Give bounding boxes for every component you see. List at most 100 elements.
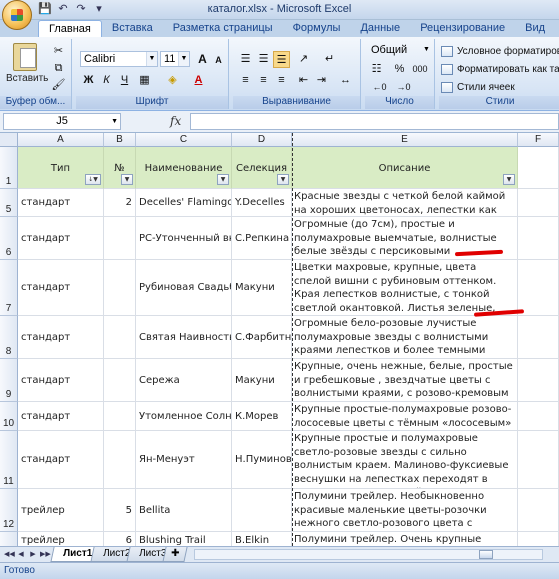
percent-button[interactable]: % — [391, 61, 408, 78]
cell-selection[interactable] — [232, 489, 292, 532]
col-header-c[interactable]: C — [136, 133, 232, 147]
tab-review[interactable]: Рецензирование — [410, 20, 515, 37]
align-middle-icon[interactable]: ☰ — [255, 51, 272, 68]
cell-num[interactable]: 6 — [104, 532, 136, 546]
select-all-corner[interactable] — [0, 133, 18, 147]
cell-name[interactable]: Bellita — [136, 489, 232, 532]
row-header[interactable]: 5 — [0, 189, 18, 217]
cell[interactable] — [518, 217, 559, 260]
header-cell-num[interactable]: № ▼ — [104, 147, 136, 189]
cell[interactable] — [518, 359, 559, 402]
cell-description[interactable]: Крупные, очень нежные, белые, простые и … — [292, 359, 518, 402]
tab-view[interactable]: Вид — [515, 20, 555, 37]
align-right-icon[interactable]: ≡ — [273, 72, 290, 89]
decrease-indent-icon[interactable]: ⇤ — [295, 72, 312, 89]
cell-description[interactable]: Красные звезды с четкой белой каймой на … — [292, 189, 518, 217]
borders-icon[interactable]: ▦ — [136, 72, 153, 89]
bold-button[interactable]: Ж — [80, 72, 97, 89]
format-painter-icon[interactable]: 🖌 — [50, 77, 67, 94]
cell-name[interactable]: Утомленное Солнце — [136, 402, 232, 431]
cell-description[interactable]: Цветки махровые, крупные, цвета спелой в… — [292, 260, 518, 316]
align-bottom-icon[interactable]: ☰ — [273, 51, 290, 68]
increase-indent-icon[interactable]: ⇥ — [313, 72, 330, 89]
col-header-b[interactable]: B — [104, 133, 136, 147]
cell-name[interactable]: Святая Наивность — [136, 316, 232, 359]
cell[interactable] — [518, 489, 559, 532]
cell-selection[interactable]: Н.Пуминова — [232, 431, 292, 489]
cell-name[interactable]: Blushing Trail — [136, 532, 232, 546]
row-header[interactable]: 9 — [0, 359, 18, 402]
row-header[interactable]: 12 — [0, 489, 18, 532]
name-box[interactable]: J5 ▼ — [3, 113, 121, 130]
cell-styles-button[interactable]: Стили ячеек — [439, 79, 515, 96]
cell-selection[interactable]: Макуни — [232, 359, 292, 402]
col-header-d[interactable]: D — [232, 133, 292, 147]
cell-description[interactable]: Огромные бело-розовые лучистые полумахро… — [292, 316, 518, 359]
cell-selection[interactable]: С.Фарбитник — [232, 316, 292, 359]
shrink-font-button[interactable]: A — [210, 52, 227, 69]
number-format-combo[interactable]: Общий ▼ — [368, 43, 432, 59]
formula-input[interactable] — [190, 113, 559, 130]
merge-cells-icon[interactable]: ↔ — [337, 72, 354, 89]
format-as-table-button[interactable]: Форматировать как табл — [439, 61, 559, 78]
col-header-a[interactable]: A — [18, 133, 104, 147]
header-cell-name[interactable]: Наименование ▼ — [136, 147, 232, 189]
prev-sheet-icon[interactable]: ◀ — [16, 549, 26, 560]
row-header[interactable]: 13 — [0, 532, 18, 546]
cell-num[interactable] — [104, 359, 136, 402]
header-cell-selection[interactable]: Селекция ▼ — [232, 147, 292, 189]
cell-num[interactable]: 5 — [104, 489, 136, 532]
orientation-icon[interactable]: ↗ — [295, 51, 312, 68]
sort-filter-icon[interactable]: ↓▼ — [85, 174, 101, 185]
italic-button[interactable]: К — [98, 72, 115, 89]
cell-type[interactable]: стандарт — [18, 316, 104, 359]
cell-name[interactable]: Decelles' Flamingo — [136, 189, 232, 217]
cell[interactable] — [518, 147, 559, 189]
horizontal-scrollbar[interactable] — [194, 549, 543, 560]
cell-selection[interactable]: К.Морев — [232, 402, 292, 431]
align-center-icon[interactable]: ≡ — [255, 72, 272, 89]
grow-font-button[interactable]: A — [194, 51, 211, 68]
cell[interactable] — [518, 431, 559, 489]
font-color-button[interactable]: A — [190, 72, 207, 89]
cell-num[interactable] — [104, 260, 136, 316]
filter-dropdown-icon[interactable]: ▼ — [217, 174, 229, 185]
next-sheet-icon[interactable]: ▶ — [28, 549, 38, 560]
scrollbar-thumb[interactable] — [479, 550, 493, 559]
cell-num[interactable] — [104, 217, 136, 260]
cell-name[interactable]: РС-Утонченный вкус — [136, 217, 232, 260]
cell-num[interactable] — [104, 402, 136, 431]
row-header[interactable]: 11 — [0, 431, 18, 489]
cell-type[interactable]: стандарт — [18, 402, 104, 431]
row-header[interactable]: 6 — [0, 217, 18, 260]
row-header[interactable]: 7 — [0, 260, 18, 316]
cell-num[interactable] — [104, 316, 136, 359]
tab-formulas[interactable]: Формулы — [283, 20, 351, 37]
first-sheet-icon[interactable]: ◀◀ — [4, 549, 15, 560]
tab-insert[interactable]: Вставка — [102, 20, 163, 37]
cell-type[interactable]: стандарт — [18, 189, 104, 217]
currency-icon[interactable]: ☷ — [368, 61, 385, 78]
cell[interactable] — [518, 532, 559, 546]
insert-sheet-button[interactable]: ✚ — [162, 547, 188, 562]
font-name-combo[interactable]: Calibri ▼ — [80, 51, 158, 67]
increase-decimal-icon[interactable]: ←0 — [371, 79, 388, 96]
cell-name[interactable]: Сережа — [136, 359, 232, 402]
cell-type[interactable]: трейлер — [18, 532, 104, 546]
cell-selection[interactable]: B.Elkin — [232, 532, 292, 546]
cell-description[interactable]: Полумини трейлер. Очень крупные бледно-р… — [292, 532, 518, 546]
office-button[interactable] — [2, 0, 32, 30]
header-cell-type[interactable]: Тип ↓▼ — [18, 147, 104, 189]
row-header[interactable]: 1 — [0, 147, 18, 189]
tab-data[interactable]: Данные — [350, 20, 410, 37]
tab-page-layout[interactable]: Разметка страницы — [163, 20, 283, 37]
cell[interactable] — [518, 316, 559, 359]
cell-description[interactable]: Полумини трейлер. Необыкновенно красивые… — [292, 489, 518, 532]
cell-selection[interactable]: Макуни — [232, 260, 292, 316]
fill-color-icon[interactable]: ◈ — [164, 72, 181, 89]
filter-dropdown-icon[interactable]: ▼ — [277, 174, 289, 185]
cell-description[interactable]: Крупные простые и полумахровые светло-ро… — [292, 431, 518, 489]
filter-dropdown-icon[interactable]: ▼ — [503, 174, 515, 185]
wrap-text-icon[interactable]: ↵ — [321, 51, 338, 68]
font-size-combo[interactable]: 11 ▼ — [160, 51, 190, 67]
